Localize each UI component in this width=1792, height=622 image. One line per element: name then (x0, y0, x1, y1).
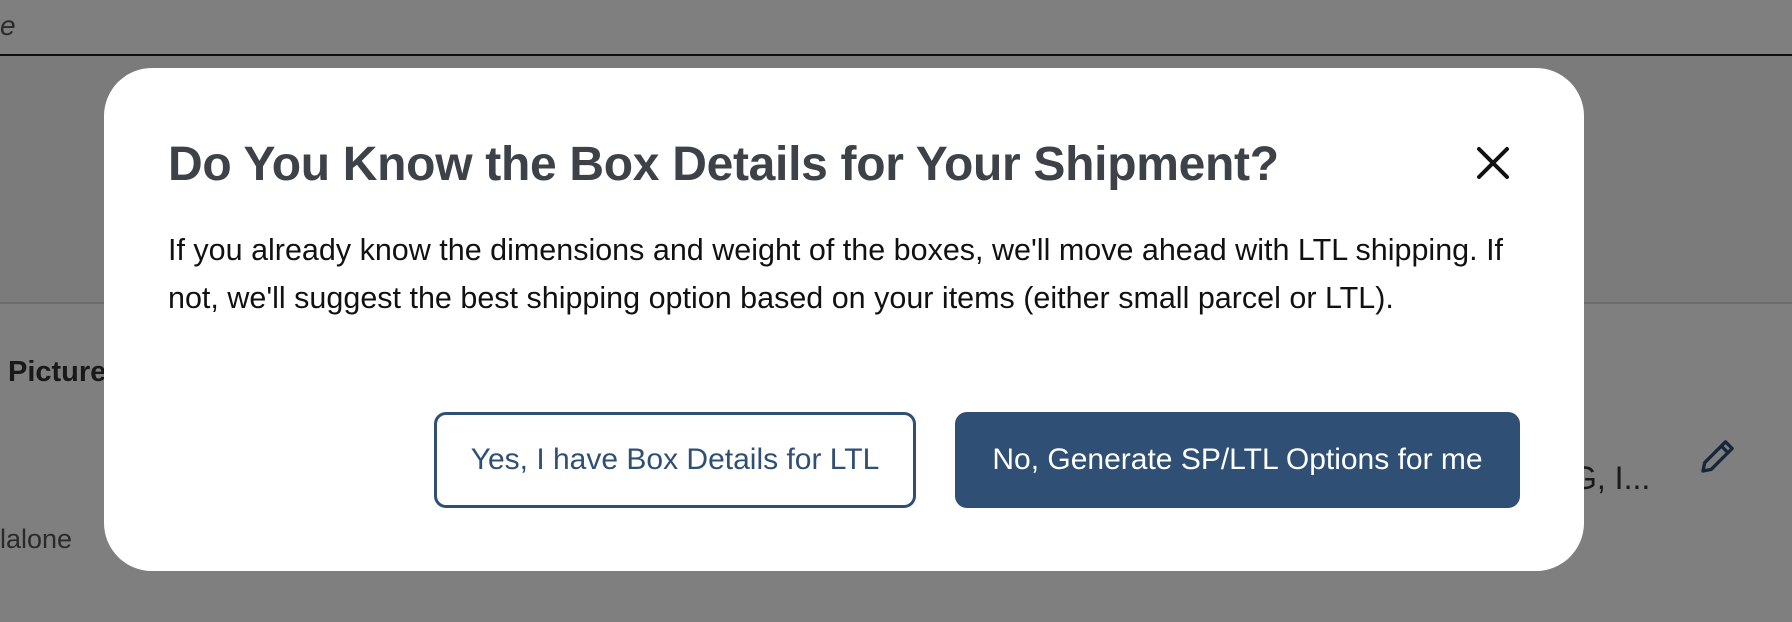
dialog-title: Do You Know the Box Details for Your Shi… (168, 138, 1279, 191)
close-icon[interactable] (1470, 140, 1516, 186)
dialog-message: If you already know the dimensions and w… (168, 233, 1504, 315)
box-details-dialog: Do You Know the Box Details for Your Shi… (104, 68, 1584, 571)
generate-options-button[interactable]: No, Generate SP/LTL Options for me (955, 412, 1520, 508)
yes-box-details-button[interactable]: Yes, I have Box Details for LTL (434, 412, 916, 508)
page: e Picture lalone G, I... Do You Know the… (0, 0, 1792, 622)
